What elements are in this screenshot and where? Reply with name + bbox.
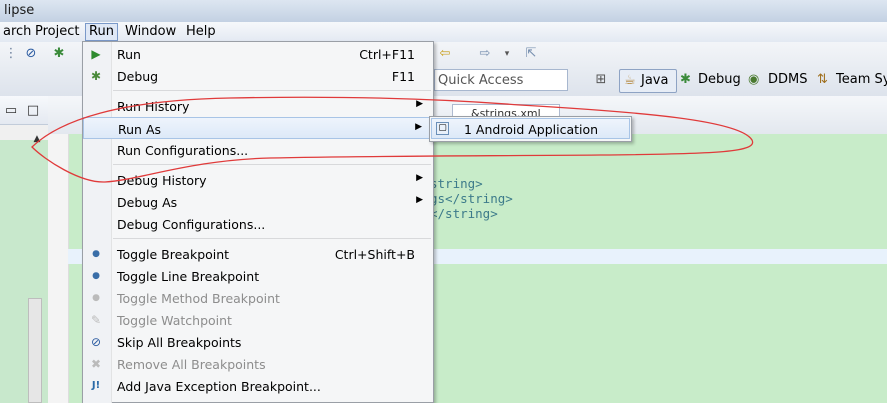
annotation-ellipse	[31, 96, 754, 183]
annotation-stroke	[31, 96, 754, 183]
